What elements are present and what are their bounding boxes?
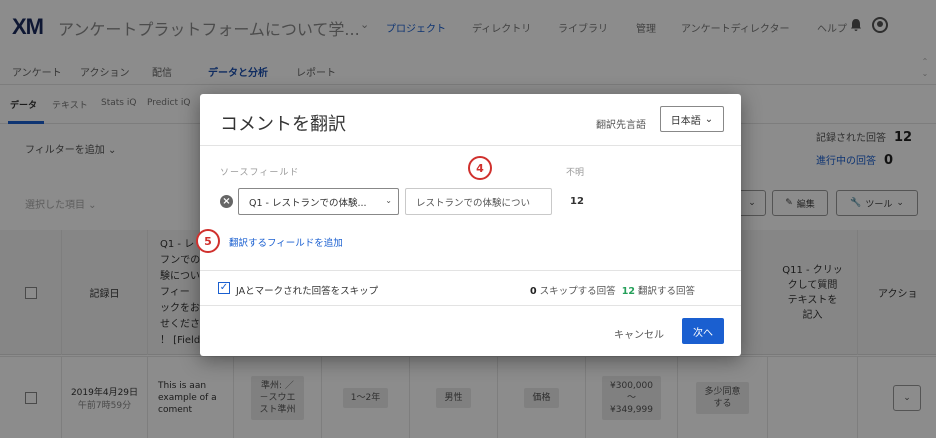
skip-ja-label[interactable]: JAとマークされた回答をスキップ bbox=[236, 283, 378, 297]
divider bbox=[200, 305, 741, 306]
add-field-link[interactable]: 翻訳するフィールドを追加 bbox=[229, 235, 343, 249]
divider bbox=[200, 270, 741, 271]
source-field-name-input[interactable]: レストランでの体験につい bbox=[405, 188, 552, 215]
chevron-down-icon: ⌄ bbox=[385, 196, 392, 205]
step-badge-5: 5 bbox=[196, 229, 220, 253]
translate-stats: 0 スキップする回答 12 翻訳する回答 bbox=[530, 286, 695, 297]
chevron-down-icon: ⌄ bbox=[704, 113, 714, 125]
source-field-label: ソースフィールド bbox=[220, 168, 300, 178]
skip-ja-checkbox[interactable]: ✓ bbox=[218, 282, 230, 294]
source-field-select[interactable]: Q1 - レストランでの体験... ⌄ bbox=[238, 188, 399, 215]
translate-comments-modal: コメントを翻訳 翻訳先言語 日本語 ⌄ ソースフィールド 不明 × Q1 - レス… bbox=[200, 94, 741, 356]
remove-field-icon[interactable]: × bbox=[220, 195, 233, 208]
modal-title: コメントを翻訳 bbox=[220, 114, 346, 135]
field-response-count: 12 bbox=[570, 196, 584, 207]
cancel-button[interactable]: キャンセル bbox=[614, 326, 664, 341]
target-language-label: 翻訳先言語 bbox=[596, 120, 646, 131]
divider bbox=[200, 145, 741, 146]
step-badge-4: 4 bbox=[468, 156, 492, 180]
target-language-select[interactable]: 日本語 ⌄ bbox=[660, 106, 724, 132]
unknown-label: 不明 bbox=[566, 168, 585, 178]
next-button[interactable]: 次へ bbox=[682, 318, 724, 344]
